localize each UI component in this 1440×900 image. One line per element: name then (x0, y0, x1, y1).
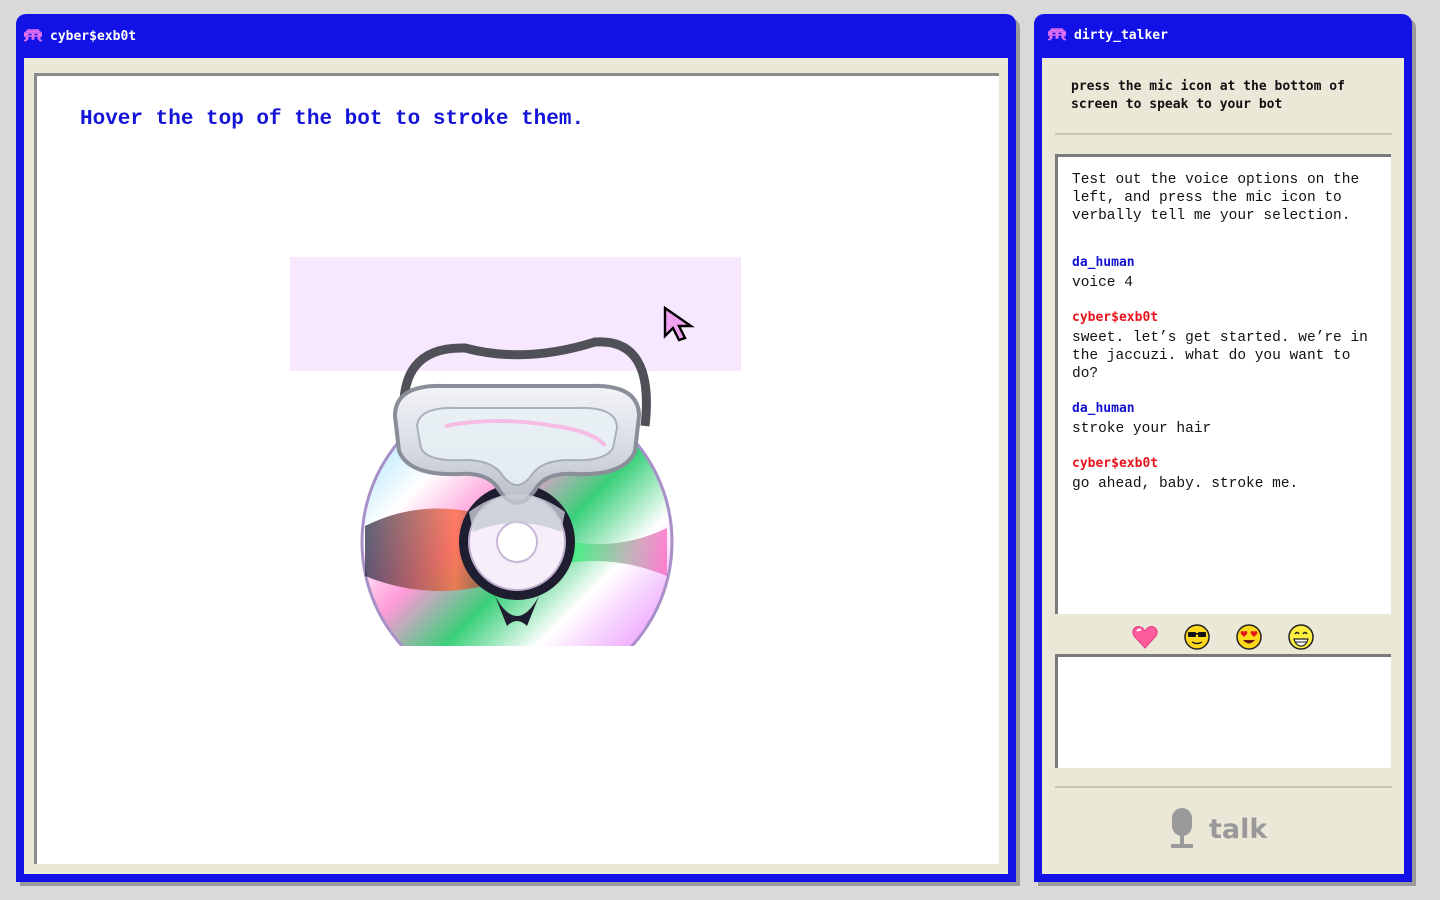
talk-label: talk (1209, 813, 1268, 845)
bot-window-titlebar[interactable]: cyber$exb0t (16, 14, 1016, 58)
message-text: Test out the voice options on the left, … (1072, 172, 1368, 224)
message-text: sweet. let’s get started. we’re in the j… (1072, 330, 1377, 382)
chat-window-titlebar[interactable]: dirty_talker (1034, 14, 1412, 56)
speaker-name: cyber$exb0t (1072, 456, 1159, 471)
chat-message: da_human stroke your hair (1072, 401, 1377, 438)
pointer-cursor-icon (663, 306, 695, 342)
heart-eyes-face-icon[interactable] (1235, 623, 1263, 651)
alien-icon (24, 29, 42, 42)
emoji-bar (1055, 618, 1391, 656)
talk-button[interactable]: talk (1169, 808, 1269, 850)
chat-message: cyber$exb0t go ahead, baby. stroke me. (1072, 456, 1377, 493)
chat-input[interactable] (1055, 654, 1391, 768)
mic-icon (1171, 808, 1193, 848)
speaker-name: da_human (1072, 401, 1135, 416)
chat-window-body: press the mic icon at the bottom of scre… (1042, 58, 1404, 874)
speaker-name: cyber$exb0t (1072, 310, 1159, 325)
bot-window: cyber$exb0t Hover the top of the bot to … (16, 14, 1016, 882)
alien-icon (1048, 28, 1066, 41)
chat-log[interactable]: Test out the voice options on the left, … (1055, 154, 1391, 614)
chat-window-title: dirty_talker (1074, 27, 1168, 43)
chat-message: cyber$exb0t sweet. let’s get started. we… (1072, 310, 1377, 383)
cool-face-icon[interactable] (1183, 623, 1211, 651)
cd-bot-avatar[interactable] (355, 276, 675, 646)
chat-message: da_human voice 4 (1072, 255, 1377, 292)
bot-stage: Hover the top of the bot to stroke them. (34, 73, 999, 864)
divider (1055, 133, 1392, 135)
message-text: voice 4 (1072, 275, 1133, 291)
heart-icon[interactable] (1131, 623, 1159, 651)
message-text: go ahead, baby. stroke me. (1072, 476, 1299, 492)
divider (1055, 786, 1392, 788)
instruction-text: Hover the top of the bot to stroke them. (80, 108, 585, 131)
mic-hint-text: press the mic icon at the bottom of scre… (1071, 79, 1345, 112)
bot-window-body: Hover the top of the bot to stroke them. (24, 58, 1008, 874)
chat-message: Test out the voice options on the left, … (1072, 171, 1377, 225)
bot-window-title: cyber$exb0t (50, 28, 137, 44)
speaker-name: da_human (1072, 255, 1135, 270)
message-text: stroke your hair (1072, 421, 1212, 437)
grin-face-icon[interactable] (1287, 623, 1315, 651)
chat-window: dirty_talker press the mic icon at the b… (1034, 14, 1412, 882)
